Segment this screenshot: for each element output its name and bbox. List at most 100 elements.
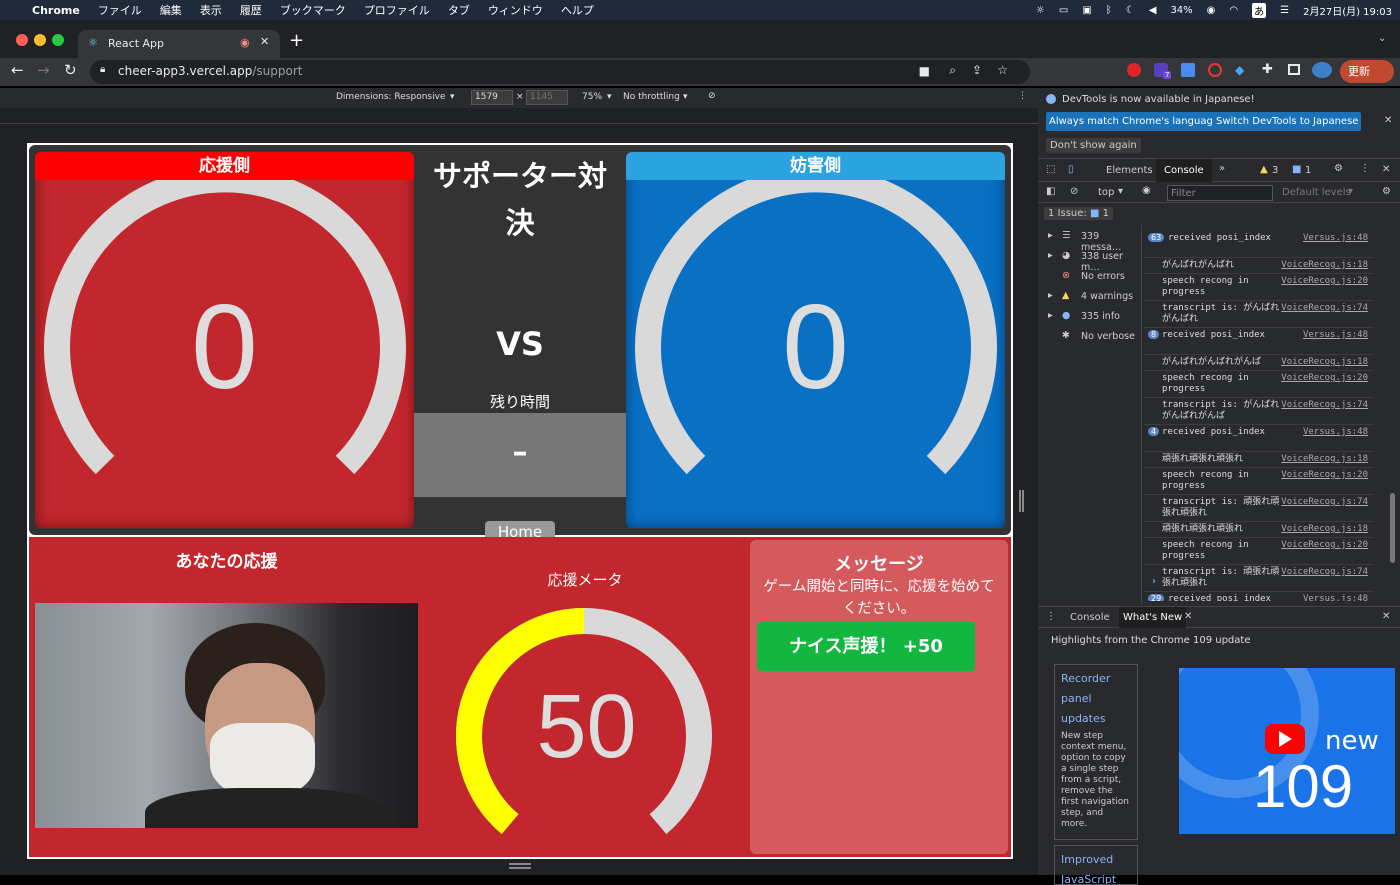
console-scrollbar[interactable] — [1390, 493, 1395, 563]
bluetooth-icon[interactable]: ᛒ — [1106, 5, 1112, 16]
more-tabs-icon[interactable]: » — [1219, 163, 1225, 174]
menu-bookmarks[interactable]: ブックマーク — [280, 2, 346, 18]
brightness-icon[interactable]: ☼ — [1036, 5, 1045, 16]
drawer-tab-close-icon[interactable]: ✕ — [1184, 611, 1192, 622]
console-log-line[interactable]: 29 received posi_index Versus.js:48 — [1144, 592, 1374, 601]
profile-avatar[interactable] — [1312, 62, 1332, 78]
chrome-109-promo[interactable]: new 109 — [1179, 668, 1395, 834]
device-icon[interactable]: ▯ — [1068, 164, 1074, 175]
log-source-link[interactable]: VoiceRecog.js:74 — [1281, 303, 1368, 313]
share-icon[interactable]: ⇪ — [972, 63, 982, 77]
log-source-link[interactable]: VoiceRecog.js:20 — [1281, 540, 1368, 550]
rotate-icon[interactable]: ⊘ — [708, 91, 716, 101]
close-drawer-icon[interactable]: ✕ — [1382, 611, 1390, 622]
console-log-line[interactable]: speech recong in progress VoiceRecog.js:2… — [1144, 538, 1374, 565]
tab-list-icon[interactable]: ⌄ — [1378, 33, 1386, 44]
tab-console[interactable]: Console — [1156, 159, 1212, 182]
issues-bar[interactable]: 1 Issue: ■ 1 — [1044, 207, 1113, 220]
menu-profile[interactable]: プロファイル — [364, 2, 430, 18]
console-log-line[interactable]: speech recong in progress VoiceRecog.js:2… — [1144, 274, 1374, 301]
extension-red2-icon[interactable] — [1208, 63, 1222, 77]
menu-help[interactable]: ヘルプ — [561, 2, 594, 18]
console-log-line[interactable]: speech recong in progress VoiceRecog.js:2… — [1144, 468, 1374, 495]
improved-title[interactable]: Improved JavaScript — [1061, 850, 1131, 884]
mute-icon[interactable]: ◀ — [1149, 5, 1157, 16]
log-source-link[interactable]: VoiceRecog.js:18 — [1281, 260, 1368, 270]
recorder-card[interactable]: Recorder panel updates New step context … — [1054, 664, 1138, 840]
log-source-link[interactable]: VoiceRecog.js:74 — [1281, 400, 1368, 410]
message-count[interactable]: 1 — [1305, 165, 1311, 176]
browser-tab[interactable]: ⚛ React App ◉ ✕ — [78, 30, 280, 58]
back-icon[interactable]: ← — [11, 61, 24, 79]
clock[interactable]: 2月27日(月) 19:03 — [1303, 3, 1392, 18]
console-log-line[interactable]: 63 received posi_index Versus.js:48 — [1144, 231, 1374, 258]
sidebar-toggle-icon[interactable]: ◧ — [1046, 186, 1055, 197]
sidebar-item-messages[interactable]: ▸ ☰ 339 messa… — [1038, 228, 1142, 253]
tab-elements[interactable]: Elements — [1106, 165, 1153, 176]
console-log-line[interactable]: 4 received posi_index Versus.js:48 — [1144, 425, 1374, 452]
close-window-button[interactable] — [16, 34, 28, 46]
log-source-link[interactable]: VoiceRecog.js:18 — [1281, 524, 1368, 534]
new-tab-icon[interactable]: + — [289, 30, 304, 51]
reload-icon[interactable]: ↻ — [64, 61, 77, 79]
tab-close-icon[interactable]: ✕ — [260, 35, 269, 48]
log-source-link[interactable]: Versus.js:48 — [1303, 330, 1368, 340]
log-source-link[interactable]: VoiceRecog.js:74 — [1281, 497, 1368, 507]
context-chevron-icon[interactable]: ▾ — [1118, 186, 1123, 197]
zoom-icon[interactable]: ⌕ — [949, 63, 956, 78]
throttling-chevron-icon[interactable]: ▾ — [683, 92, 688, 102]
zoom-chevron-icon[interactable]: ▾ — [607, 92, 612, 102]
console-log-line[interactable]: がんばれがんばれがんば VoiceRecog.js:18 — [1144, 355, 1374, 371]
menu-window[interactable]: ウィンドウ — [488, 2, 543, 18]
maximize-window-button[interactable] — [52, 34, 64, 46]
console-log-line[interactable]: 頑張れ頑張れ頑張れ VoiceRecog.js:18 — [1144, 452, 1374, 468]
update-button[interactable]: 更新 — [1340, 60, 1394, 83]
sidebar-item-warnings[interactable]: ▸ ▲ 4 warnings — [1038, 288, 1142, 308]
console-log-line[interactable]: 8 received posi_index Versus.js:48 — [1144, 328, 1374, 355]
close-devtools-icon[interactable]: ✕ — [1382, 164, 1390, 175]
console-log-line[interactable]: transcript is: 頑張れ頑張れ頑張れ VoiceRecog.js:74 — [1144, 565, 1374, 592]
recorder-title[interactable]: Recorder panel updates — [1061, 669, 1131, 729]
console-log-line[interactable]: がんばれがんばれ VoiceRecog.js:18 — [1144, 258, 1374, 274]
log-source-link[interactable]: VoiceRecog.js:18 — [1281, 357, 1368, 367]
screen-icon[interactable]: ▣ — [1082, 5, 1091, 16]
resize-handle-right[interactable] — [1019, 490, 1024, 512]
console-prompt-icon[interactable]: › — [1152, 576, 1156, 587]
filter-input[interactable]: Filter — [1167, 185, 1273, 201]
log-source-link[interactable]: Versus.js:48 — [1303, 233, 1368, 243]
battery-percent[interactable]: 34% — [1170, 5, 1192, 16]
width-input[interactable]: 1579 — [471, 90, 513, 105]
zoom-select[interactable]: 75% — [582, 92, 602, 102]
throttling-select[interactable]: No throttling — [623, 92, 680, 102]
switch-japanese-button[interactable]: Switch DevTools to Japanese — [1213, 112, 1362, 131]
menu-history[interactable]: 履歴 — [240, 2, 262, 18]
inspect-icon[interactable]: ⬚ — [1046, 164, 1055, 175]
log-source-link[interactable]: Versus.js:48 — [1303, 594, 1368, 601]
console-settings-icon[interactable]: ⚙ — [1382, 186, 1391, 197]
wifi-icon[interactable]: ◠ — [1229, 5, 1238, 16]
drawer-tab-whats-new[interactable]: What's New — [1119, 607, 1187, 628]
kebab-icon[interactable]: ⋮ — [1360, 163, 1370, 174]
puzzle-icon[interactable]: ✚ — [1262, 62, 1273, 77]
moon-icon[interactable]: ☾ — [1126, 5, 1135, 16]
keyboard-icon[interactable]: ▭ — [1059, 5, 1068, 16]
drawer-tab-console[interactable]: Console — [1070, 612, 1110, 623]
ime-indicator[interactable]: あ — [1252, 2, 1267, 18]
extension-blue-icon[interactable]: ◆ — [1235, 63, 1244, 77]
bookmark-star-icon[interactable]: ☆ — [997, 63, 1008, 77]
console-log-line[interactable]: transcript is: 頑張れ頑張れ頑張れ VoiceRecog.js:74 — [1144, 495, 1374, 522]
console-log-line[interactable]: speech recong in progress VoiceRecog.js:2… — [1144, 371, 1374, 398]
sidepanel-icon[interactable] — [1288, 64, 1300, 75]
log-source-link[interactable]: VoiceRecog.js:20 — [1281, 373, 1368, 383]
menu-app-name[interactable]: Chrome — [32, 4, 80, 17]
forward-icon[interactable]: → — [37, 61, 50, 79]
drawer-menu-icon[interactable]: ⋮ — [1046, 611, 1056, 622]
improved-card[interactable]: Improved JavaScript — [1054, 845, 1138, 885]
minimize-window-button[interactable] — [34, 34, 46, 46]
warning-count[interactable]: 3 — [1272, 165, 1278, 176]
sidebar-item-user-messages[interactable]: ▸ ◕ 338 user m… — [1038, 248, 1142, 273]
address-bar[interactable]: 🔒︎ cheer-app3.vercel.app/support ■ ⌕ ⇪ ☆ — [90, 60, 1030, 84]
warning-count-icon[interactable]: ▲ — [1260, 164, 1268, 175]
dimensions-select[interactable]: Dimensions: Responsive — [336, 92, 445, 102]
log-source-link[interactable]: VoiceRecog.js:18 — [1281, 454, 1368, 464]
